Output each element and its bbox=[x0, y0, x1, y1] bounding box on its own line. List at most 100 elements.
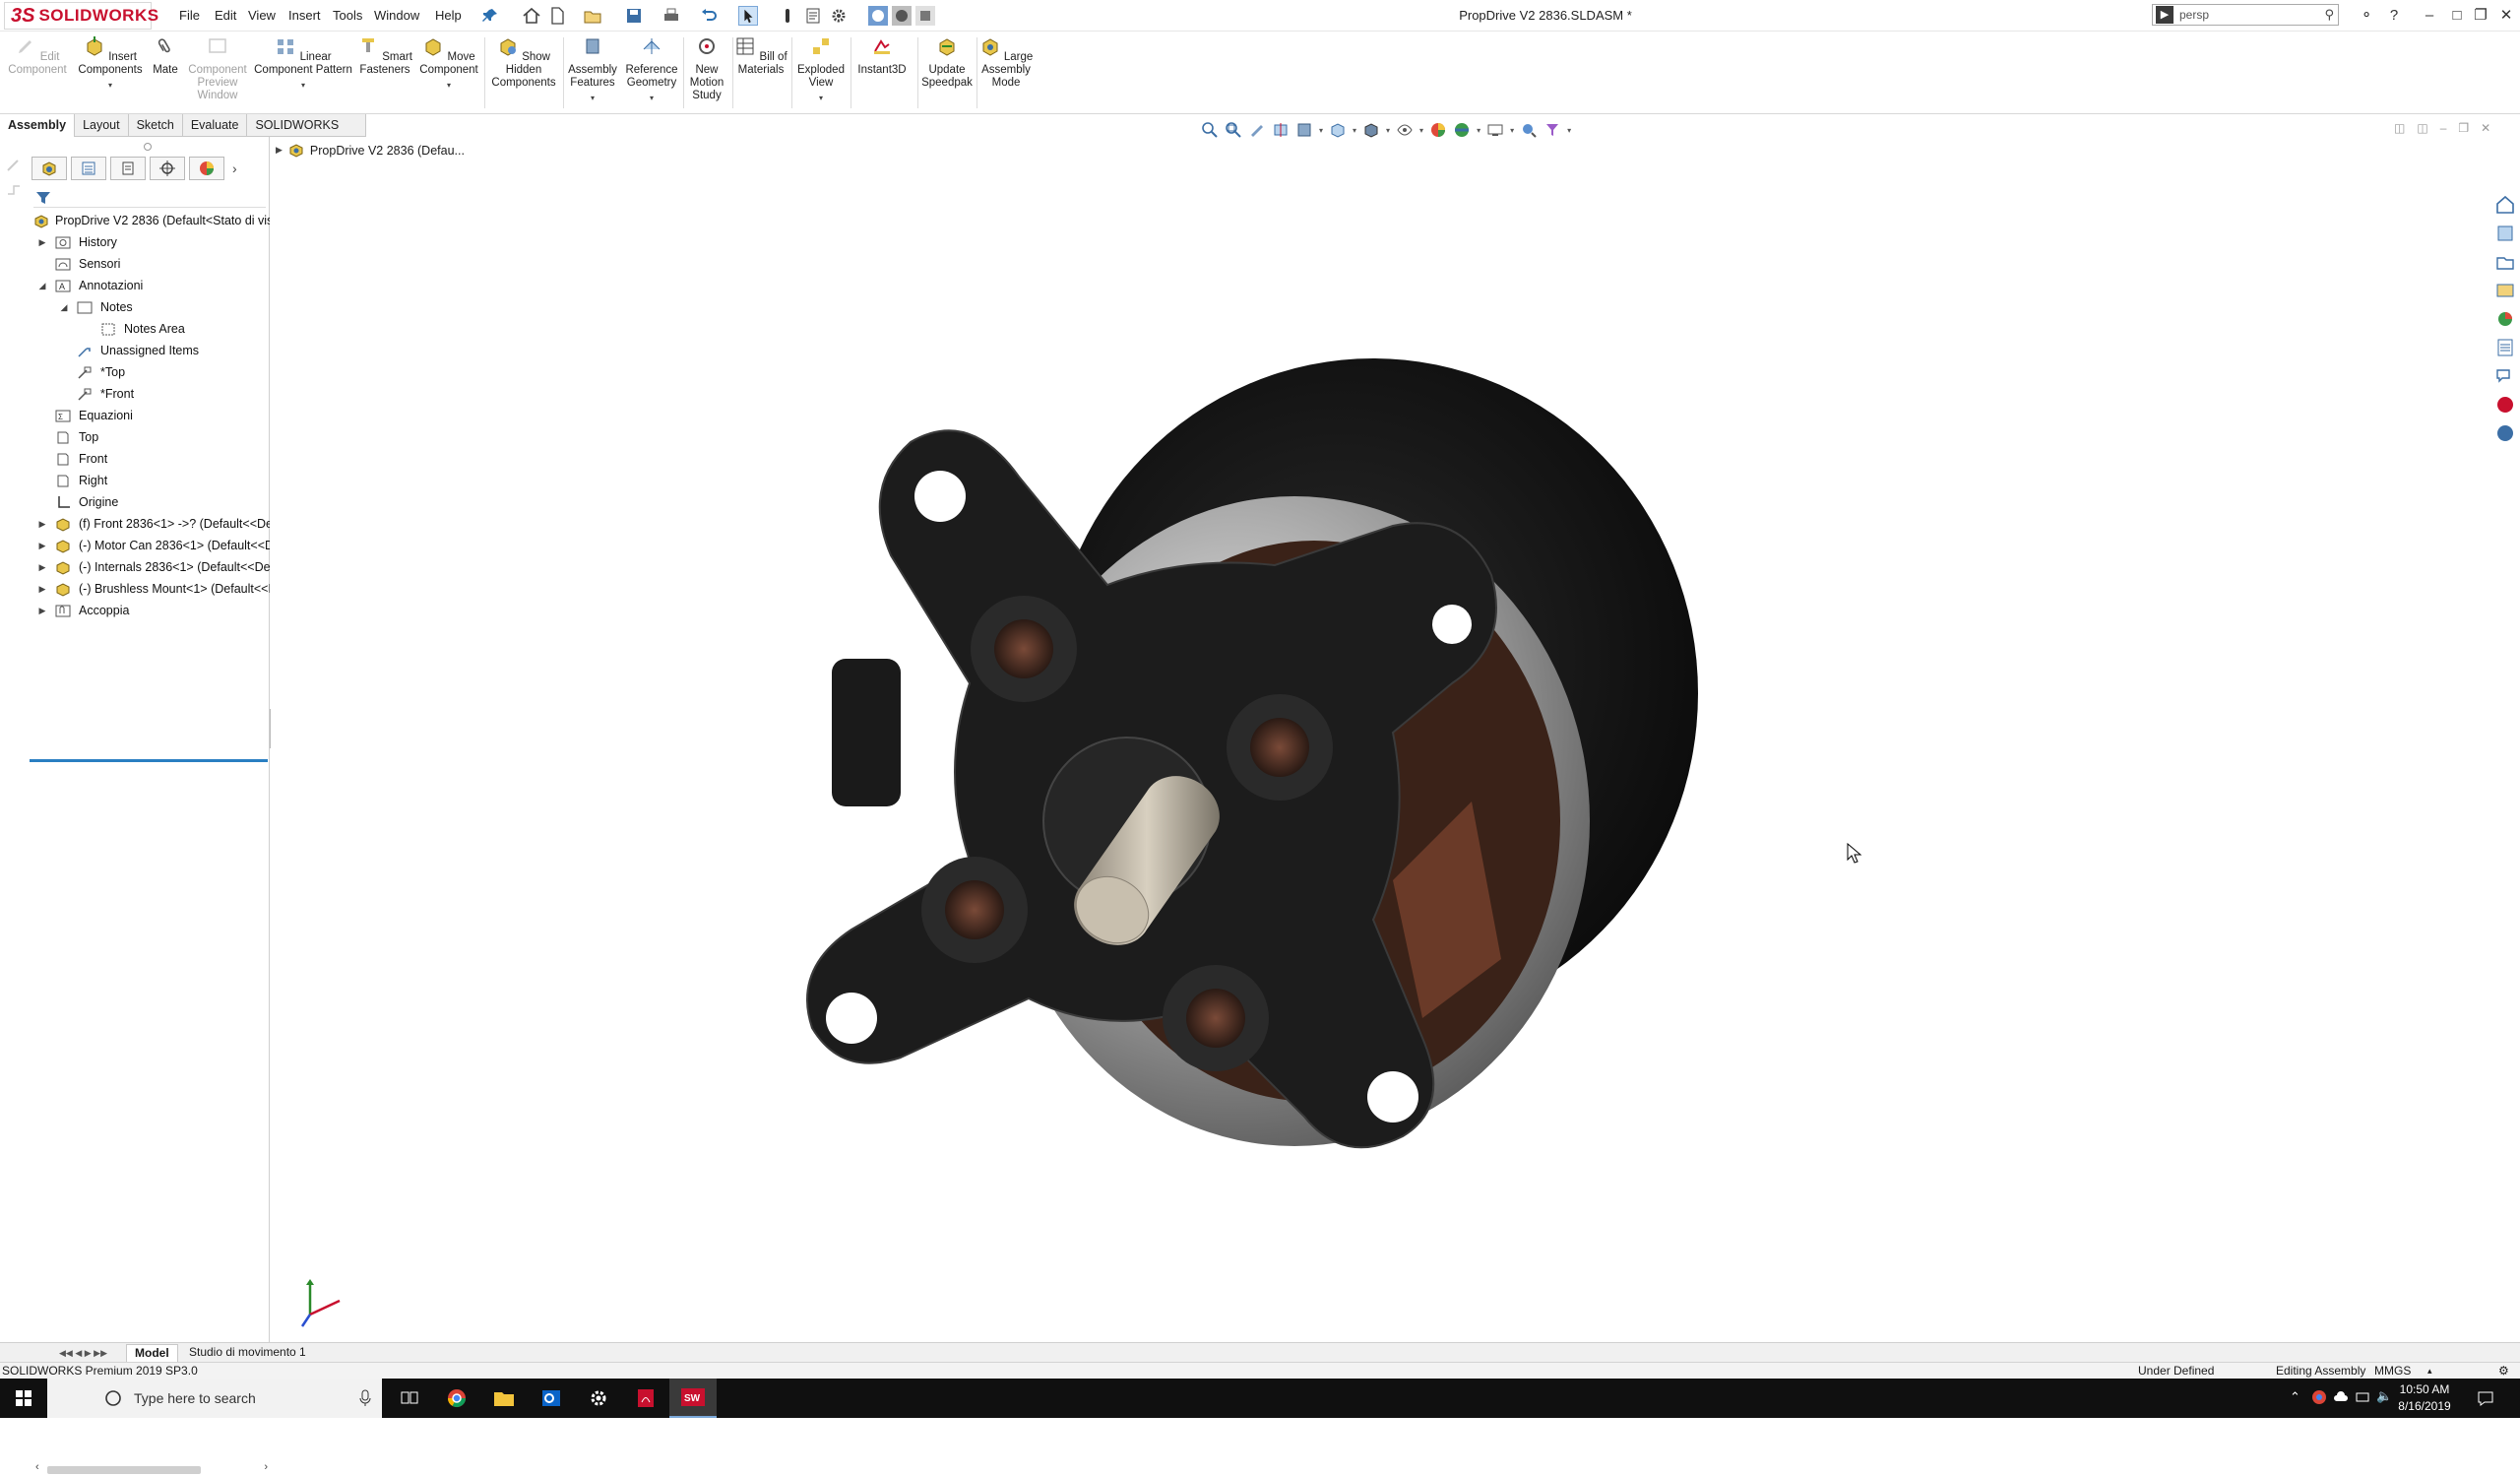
start-button[interactable] bbox=[0, 1379, 47, 1418]
menu-file[interactable]: File bbox=[179, 8, 200, 23]
show-hidden-icons-chevron-icon[interactable]: ⌃ bbox=[2290, 1389, 2300, 1405]
viewport-restore-icon[interactable]: ❐ bbox=[2458, 121, 2469, 135]
dynamic-annotation-icon[interactable] bbox=[1295, 121, 1313, 139]
menu-insert[interactable]: Insert bbox=[288, 8, 321, 23]
tab-motion-study-1[interactable]: Studio di movimento 1 bbox=[181, 1344, 314, 1362]
unit-system-button[interactable]: MMGS bbox=[2374, 1363, 2411, 1379]
dimxpert-tab[interactable] bbox=[150, 157, 185, 180]
tree-item-unassigned-items[interactable]: Unassigned Items bbox=[30, 340, 270, 361]
tree-item-history[interactable]: ▶ History bbox=[30, 231, 270, 253]
user-account-icon[interactable]: ⚬ bbox=[2355, 4, 2378, 28]
taskbar-clock[interactable]: 10:50 AM 8/16/2019 bbox=[2390, 1381, 2459, 1415]
assembly-features-button[interactable]: Assembly Features ▾ bbox=[565, 35, 620, 104]
configurationmanager-tab[interactable] bbox=[110, 157, 146, 180]
edit-appearance-icon[interactable] bbox=[1429, 121, 1447, 139]
tree-item-component-motor-can-2836[interactable]: ▶ (-) Motor Can 2836<1> (Default<<D bbox=[30, 535, 270, 556]
home-icon[interactable] bbox=[522, 6, 541, 26]
flyout-feature-tree[interactable]: ▶ PropDrive V2 2836 (Defau... bbox=[276, 143, 465, 158]
tree-item-component-brushless-mount[interactable]: ▶ (-) Brushless Mount<1> (Default<<D bbox=[30, 578, 270, 600]
viewport-tile-icon[interactable]: ◫ bbox=[2417, 121, 2427, 135]
expand-arrow-icon[interactable]: ▶ bbox=[37, 513, 47, 535]
tree-item-equations[interactable]: Σ Equazioni bbox=[30, 405, 270, 426]
solidworks-logo[interactable]: 3S SOLIDWORKS bbox=[4, 2, 158, 30]
bottom-tabs-scroll-icon[interactable]: ◀◀ ◀ ▶ ▶▶ bbox=[59, 1348, 107, 1359]
large-assembly-mode-button[interactable]: Large Assembly Mode bbox=[978, 35, 1034, 90]
select-arrow-icon[interactable] bbox=[738, 6, 758, 26]
view-triad-filter-icon[interactable] bbox=[1544, 121, 1561, 139]
apply-scene-icon[interactable] bbox=[1453, 121, 1471, 139]
expand-arrow-icon[interactable]: ▶ bbox=[37, 556, 47, 578]
menu-help[interactable]: Help bbox=[435, 8, 462, 23]
chevron-down-icon[interactable]: ▾ bbox=[1353, 126, 1356, 135]
linear-component-pattern-button[interactable]: Linear Component Pattern ▾ bbox=[254, 35, 352, 92]
tree-item-sensors[interactable]: Sensori bbox=[30, 253, 270, 275]
pin-icon[interactable] bbox=[480, 6, 500, 26]
section-view-icon[interactable] bbox=[1272, 121, 1290, 139]
viewport-minimize-icon[interactable]: – bbox=[2440, 121, 2447, 135]
search-commands-box[interactable]: ▶ ⚲ bbox=[2152, 4, 2339, 26]
chevron-down-icon[interactable]: ▾ bbox=[1386, 126, 1390, 135]
expand-arrow-icon[interactable]: ▶ bbox=[37, 231, 47, 253]
minimize-icon[interactable]: – bbox=[2418, 4, 2441, 28]
solidworks-app[interactable]: SW bbox=[669, 1379, 717, 1418]
faded-sketch-icon[interactable] bbox=[6, 157, 22, 172]
view-mode-3-icon[interactable] bbox=[915, 6, 935, 26]
tree-item-plane-right[interactable]: Right bbox=[30, 470, 270, 491]
tree-item-notes-area[interactable]: Notes Area bbox=[30, 318, 270, 340]
new-document-icon[interactable] bbox=[547, 6, 567, 26]
show-hidden-components-button[interactable]: Show Hidden Components bbox=[488, 35, 559, 90]
expand-arrow-icon[interactable]: ▶ bbox=[37, 600, 47, 621]
tray-network-icon[interactable] bbox=[2355, 1389, 2370, 1405]
chevron-down-icon[interactable]: ▾ bbox=[1510, 126, 1514, 135]
open-folder-icon[interactable] bbox=[583, 6, 602, 26]
settings-app[interactable] bbox=[575, 1379, 622, 1418]
menu-window[interactable]: Window bbox=[374, 8, 419, 23]
tree-item-component-internals-2836[interactable]: ▶ (-) Internals 2836<1> (Default<<Def bbox=[30, 556, 270, 578]
microphone-icon[interactable] bbox=[358, 1389, 372, 1407]
chevron-down-icon[interactable]: ▾ bbox=[1319, 126, 1323, 135]
magnifier-icon[interactable]: ⚲ bbox=[2324, 7, 2334, 23]
solidworks-resources-icon[interactable] bbox=[2494, 194, 2516, 216]
display-style-icon[interactable] bbox=[1362, 121, 1380, 139]
displaymanager-tab[interactable] bbox=[189, 157, 224, 180]
task-view-button[interactable] bbox=[386, 1379, 433, 1418]
file-properties-icon[interactable] bbox=[803, 6, 823, 26]
new-motion-study-button[interactable]: New Motion Study bbox=[685, 35, 728, 102]
undo-icon[interactable] bbox=[699, 6, 719, 26]
tree-item-annotation-view-top[interactable]: *Top bbox=[30, 361, 270, 383]
reference-geometry-button[interactable]: Reference Geometry ▾ bbox=[622, 35, 681, 104]
scroll-thumb[interactable] bbox=[47, 1466, 201, 1474]
view-mode-1-icon[interactable] bbox=[868, 6, 888, 26]
tree-item-mates[interactable]: ▶ Accoppia bbox=[30, 600, 270, 621]
previous-view-icon[interactable] bbox=[1248, 121, 1266, 139]
tree-item-notes[interactable]: ◢ Notes bbox=[30, 296, 270, 318]
graphics-area[interactable]: ▶ PropDrive V2 2836 (Defau... ▾ ▾ ▾ ▾ ▾ … bbox=[271, 121, 2514, 1342]
bill-of-materials-button[interactable]: Bill of Materials bbox=[734, 35, 788, 77]
tab-solidworks-add-ins[interactable]: SOLIDWORKS Add-Ins bbox=[247, 114, 366, 154]
tree-item-plane-front[interactable]: Front bbox=[30, 448, 270, 470]
chevron-down-icon[interactable]: ▾ bbox=[1567, 126, 1571, 135]
move-component-button[interactable]: Move Component ▾ bbox=[417, 35, 480, 92]
file-explorer-app[interactable] bbox=[480, 1379, 528, 1418]
units-dropdown-icon[interactable]: ▴ bbox=[2427, 1363, 2432, 1379]
tree-item-annotations[interactable]: ◢ A Annotazioni bbox=[30, 275, 270, 296]
tree-root-assembly[interactable]: PropDrive V2 2836 (Default<Stato di visu bbox=[30, 210, 270, 231]
propertymanager-tab[interactable] bbox=[71, 157, 106, 180]
search-input[interactable] bbox=[2179, 8, 2307, 22]
realview-icon[interactable] bbox=[1520, 121, 1538, 139]
tree-filter-row[interactable] bbox=[33, 188, 266, 208]
component-preview-window-button[interactable]: Component Preview Window bbox=[183, 35, 252, 102]
tray-chrome-icon[interactable] bbox=[2311, 1389, 2327, 1405]
view-settings-icon[interactable] bbox=[1486, 121, 1504, 139]
tree-item-origin[interactable]: Origine bbox=[30, 491, 270, 513]
expand-arrow-icon[interactable]: ▶ bbox=[37, 535, 47, 556]
motor-assembly-model[interactable] bbox=[783, 329, 1728, 1314]
flyout-expand-icon[interactable]: ▶ bbox=[276, 145, 283, 156]
tab-model[interactable]: Model bbox=[126, 1344, 178, 1362]
action-center-icon[interactable] bbox=[2477, 1389, 2494, 1407]
status-customize-icon[interactable]: ⚙ bbox=[2498, 1363, 2509, 1379]
chevron-down-icon[interactable]: ▾ bbox=[1419, 126, 1423, 135]
mate-button[interactable]: Mate bbox=[150, 35, 181, 77]
faded-path-icon[interactable] bbox=[6, 182, 22, 198]
tree-item-annotation-view-front[interactable]: *Front bbox=[30, 383, 270, 405]
